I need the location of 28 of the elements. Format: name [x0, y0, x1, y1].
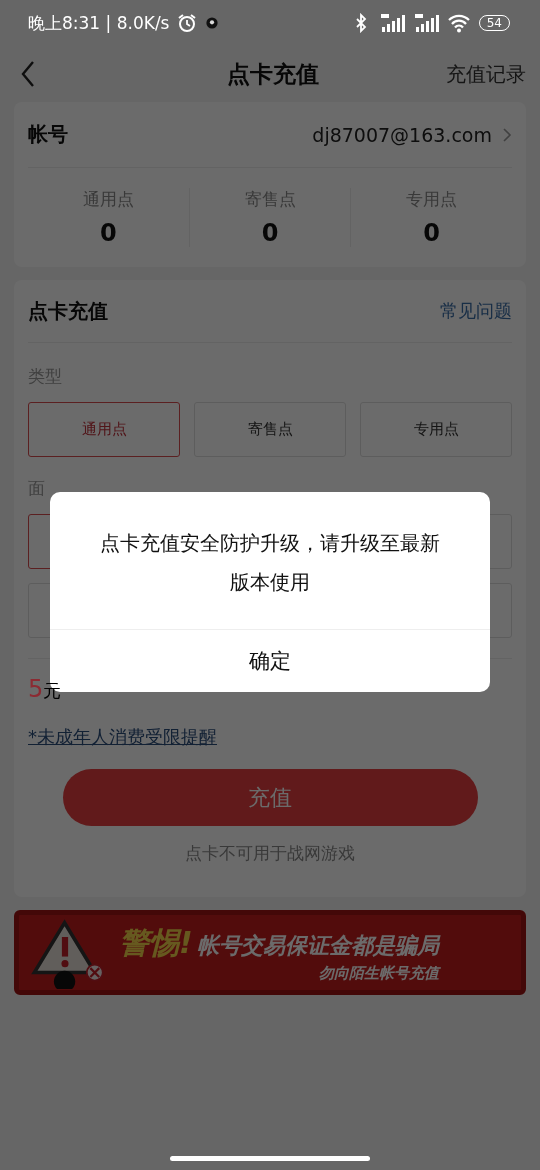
amount-text: 5元	[28, 675, 62, 703]
type-option[interactable]: 寄售点	[194, 402, 346, 457]
wifi-icon	[446, 13, 471, 33]
app-icon	[205, 16, 220, 30]
dialog-message: 点卡充值安全防护升级，请升级至最新版本使用	[50, 492, 490, 630]
faq-link[interactable]: 常见问题	[440, 299, 512, 323]
account-selector[interactable]: dj87007@163.com	[312, 123, 512, 146]
back-icon	[20, 60, 36, 88]
warning-banner[interactable]: 警惕!帐号交易保证金都是骗局 勿向陌生帐号充值	[14, 910, 526, 995]
chevron-icon	[502, 126, 512, 143]
signal-icon	[412, 13, 439, 33]
points-value: 0	[423, 219, 441, 247]
banner-text: 帐号交易保证金都是骗局	[196, 931, 439, 960]
signal-icon	[378, 13, 405, 33]
status-time: 晚上8:31 | 8.0K/s	[28, 11, 170, 35]
recharge-button[interactable]: 充值	[62, 769, 478, 826]
points-value: 0	[261, 219, 279, 247]
history-link[interactable]: 充值记录	[446, 60, 526, 88]
alarm-icon	[177, 13, 198, 33]
section-title: 点卡充值	[28, 297, 108, 325]
account-label: 帐号	[28, 121, 68, 148]
page-title: 点卡充值	[227, 59, 319, 89]
type-option[interactable]: 专用点	[360, 402, 512, 457]
banner-headline: 警惕!	[119, 923, 193, 962]
minor-notice-link[interactable]: *未成年人消费受限提醒	[28, 725, 217, 749]
points-value: 0	[100, 219, 117, 247]
type-option[interactable]: 通用点	[28, 402, 180, 457]
banner-subtext: 勿向陌生帐号充值	[318, 963, 439, 983]
